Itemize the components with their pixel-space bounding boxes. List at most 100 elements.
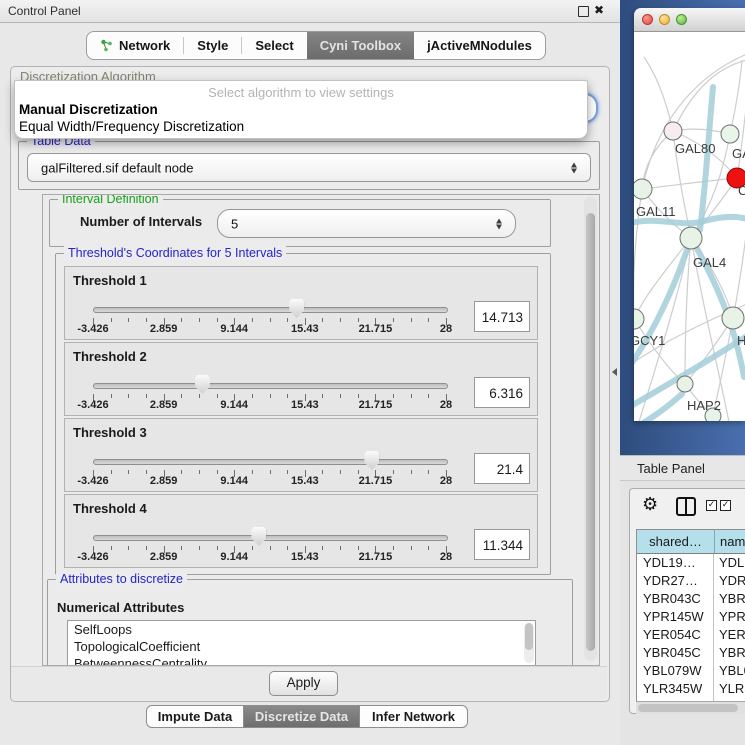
- table-cell[interactable]: YPR145W: [637, 608, 714, 626]
- slider-thumb[interactable]: [195, 375, 210, 394]
- slider-scale-label: -3.426: [77, 475, 108, 487]
- attributes-scrollbar[interactable]: [524, 623, 534, 663]
- table-row[interactable]: YBL079WYBL0: [637, 662, 745, 680]
- float-window-icon[interactable]: [578, 6, 589, 17]
- threshold-value-input[interactable]: 6.316: [474, 377, 530, 408]
- minimize-button[interactable]: [659, 14, 670, 25]
- slider-thumb[interactable]: [364, 451, 379, 470]
- table-hscrollbar-thumb[interactable]: [638, 704, 738, 712]
- network-node[interactable]: [634, 309, 644, 329]
- table-horizontal-scrollbar[interactable]: [636, 701, 745, 714]
- slider-tick: [287, 394, 288, 398]
- table-cell[interactable]: YLR3: [714, 680, 745, 698]
- close-icon[interactable]: ✖: [594, 3, 604, 17]
- network-node[interactable]: [721, 125, 739, 143]
- table-cell[interactable]: YDR2: [714, 572, 745, 590]
- slider-scale-label: 28: [440, 323, 452, 335]
- table-cell[interactable]: YER0: [714, 626, 745, 644]
- slider-scale-label: 9.144: [220, 399, 248, 411]
- table-cell[interactable]: YBR0: [714, 644, 745, 662]
- table-cell[interactable]: YER054C: [637, 626, 714, 644]
- slider-track[interactable]: [93, 459, 448, 465]
- attribute-list-item[interactable]: BetweennessCentrality: [68, 655, 535, 666]
- table-data-combobox[interactable]: galFiltered.sif default node: [27, 153, 591, 182]
- tab-cyni-toolbox[interactable]: Cyni Toolbox: [307, 32, 414, 59]
- dropdown-option-equal-width[interactable]: Equal Width/Frequency Discretization: [19, 119, 244, 134]
- settings-vertical-scrollbar[interactable]: [584, 197, 597, 661]
- table-cell[interactable]: YBL079W: [637, 662, 714, 680]
- table-cell[interactable]: YBR0: [714, 590, 745, 608]
- numerical-attributes-label: Numerical Attributes: [57, 600, 184, 615]
- threshold-value-input[interactable]: 11.344: [474, 529, 530, 560]
- slider-tick: [428, 394, 429, 398]
- tab-infer-network[interactable]: Infer Network: [359, 706, 467, 727]
- slider-tick: [252, 318, 253, 322]
- table-cell[interactable]: YDL1: [714, 554, 745, 572]
- slider-tick: [146, 318, 147, 322]
- table-cell[interactable]: YDL19…: [637, 554, 714, 572]
- close-button[interactable]: [642, 14, 653, 25]
- slider-thumb[interactable]: [251, 527, 266, 546]
- gear-icon[interactable]: ⚙: [642, 495, 658, 515]
- columns-icon[interactable]: [676, 497, 696, 516]
- apply-button[interactable]: Apply: [269, 671, 338, 696]
- network-window-titlebar[interactable]: [634, 8, 745, 32]
- network-view-window: GAL80GAGAL11CGAL4GCY1HHAP2: [634, 8, 745, 421]
- network-canvas[interactable]: GAL80GAGAL11CGAL4GCY1HHAP2: [634, 32, 745, 421]
- tab-style[interactable]: Style: [184, 32, 241, 59]
- checkbox-icon[interactable]: ✓: [706, 500, 717, 511]
- network-node[interactable]: [634, 179, 652, 199]
- attribute-list-item[interactable]: TopologicalCoefficient: [68, 638, 535, 655]
- network-node[interactable]: [680, 227, 702, 249]
- network-node[interactable]: [664, 122, 682, 140]
- tab-jactivemnodules[interactable]: jActiveMNodules: [414, 32, 545, 59]
- slider-tick: [146, 470, 147, 474]
- interval-definition-group: Interval Definition Number of Intervals …: [49, 199, 551, 247]
- number-of-intervals-combobox[interactable]: 5: [217, 209, 516, 238]
- attribute-list-item[interactable]: SelfLoops: [68, 621, 535, 638]
- column-header-name[interactable]: name: [715, 530, 745, 553]
- slider-tick: [217, 394, 218, 398]
- table-row[interactable]: YDL19…YDL1: [637, 554, 745, 572]
- threshold-value-input[interactable]: 14.713: [474, 301, 530, 332]
- zoom-button[interactable]: [676, 14, 687, 25]
- tab-discretize-data[interactable]: Discretize Data: [243, 706, 359, 727]
- column-header-shared-name[interactable]: shared…: [637, 530, 715, 553]
- slider-track[interactable]: [93, 383, 448, 389]
- slider-thumb[interactable]: [289, 299, 304, 318]
- table-row[interactable]: YDR27…YDR2: [637, 572, 745, 590]
- table-cell[interactable]: YLR345W: [637, 680, 714, 698]
- table-row[interactable]: YER054CYER0: [637, 626, 745, 644]
- splitter-collapse-arrow[interactable]: [612, 368, 617, 376]
- slider-scale-label: 9.144: [220, 475, 248, 487]
- attributes-group: Attributes to discretize Numerical Attri…: [47, 579, 573, 666]
- slider-track[interactable]: [93, 307, 448, 313]
- network-node[interactable]: [677, 376, 693, 392]
- dropdown-option-manual[interactable]: Manual Discretization: [19, 102, 158, 117]
- checkbox-icon[interactable]: ✓: [720, 500, 731, 511]
- table-row[interactable]: YBR043CYBR0: [637, 590, 745, 608]
- slider-track[interactable]: [93, 535, 448, 541]
- threshold-value-input[interactable]: 21.4: [474, 453, 530, 484]
- numerical-attributes-list: SelfLoopsTopologicalCoefficientBetweenne…: [67, 620, 536, 666]
- table-cell[interactable]: YBR043C: [637, 590, 714, 608]
- table-cell[interactable]: YBL0: [714, 662, 745, 680]
- table-cell[interactable]: YBR045C: [637, 644, 714, 662]
- tab-impute-data[interactable]: Impute Data: [147, 706, 243, 727]
- tab-select[interactable]: Select: [242, 32, 306, 59]
- top-tab-bar: Network Style Select Cyni Toolbox jActiv…: [86, 31, 546, 60]
- network-node-label: GCY1: [634, 333, 665, 348]
- table-cell[interactable]: YPR1: [714, 608, 745, 626]
- network-edge: [730, 60, 742, 134]
- table-row[interactable]: YLR345WYLR3: [637, 680, 745, 698]
- settings-scrollbar-thumb[interactable]: [586, 213, 595, 651]
- table-cell[interactable]: YDR27…: [637, 572, 714, 590]
- table-row[interactable]: YBR045CYBR0: [637, 644, 745, 662]
- table-rows: YDL19…YDL1YDR27…YDR2YBR043CYBR0YPR145WYP…: [637, 554, 745, 702]
- table-row[interactable]: YPR145WYPR1: [637, 608, 745, 626]
- tab-network[interactable]: Network: [87, 32, 183, 59]
- network-node[interactable]: [722, 307, 744, 329]
- attributes-scrollbar-thumb[interactable]: [525, 623, 533, 650]
- slider-tick: [181, 318, 182, 322]
- slider-tick: [428, 318, 429, 322]
